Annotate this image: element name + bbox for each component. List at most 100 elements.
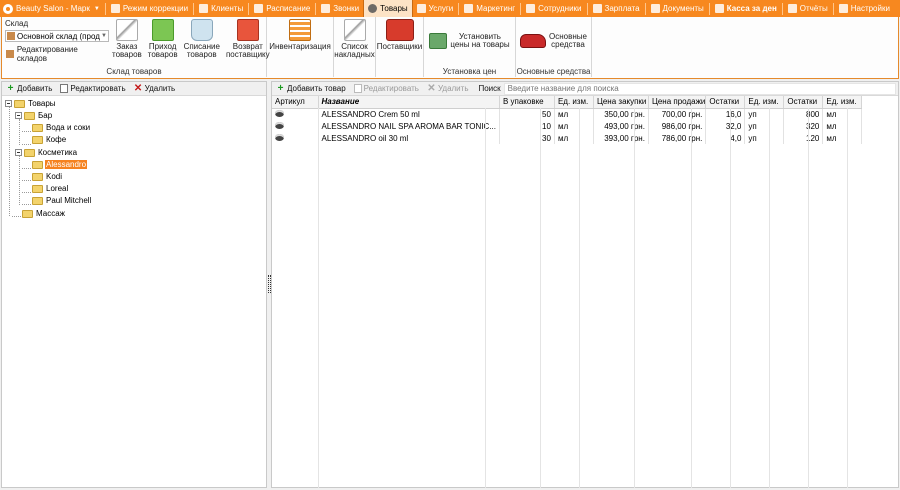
add-product-button[interactable]: + Добавить товар [272, 84, 350, 94]
tree-node-water[interactable]: Вода и соки [32, 122, 91, 133]
menu-cashbox[interactable]: Касса за ден [711, 0, 781, 17]
column-header-unit[interactable]: Ед. изм. [554, 96, 594, 109]
edit-category-button[interactable]: Редактировать [56, 84, 129, 93]
collapse-icon[interactable] [15, 149, 22, 156]
calls-icon [321, 4, 331, 13]
menu-label: Услуги [428, 4, 454, 13]
buy-price: 393,00 грн. [593, 132, 649, 144]
button-label: цены на товары [450, 40, 510, 49]
set-prices-button[interactable]: Установить цены на товары [426, 33, 512, 49]
tree-node-label: Alessandro [45, 160, 88, 169]
column-line [808, 108, 809, 488]
separator [315, 2, 317, 15]
invoice-list-button[interactable]: Список накладных [331, 19, 377, 59]
group-caption-prices: Установка цен [442, 67, 497, 76]
column-header-stock[interactable]: Остатки [705, 96, 746, 109]
folder-icon [32, 160, 43, 169]
add-category-button[interactable]: + Добавить [2, 84, 56, 94]
products-icon [368, 4, 378, 13]
return-to-supplier-button[interactable]: Возврат поставщику [223, 19, 273, 59]
table-row[interactable]: ALESSANDRO NAIL SPA AROMA BAR TONIC... 1… [272, 120, 863, 132]
tree-node-kodi[interactable]: Kodi [32, 171, 63, 182]
warehouse-icon [7, 32, 15, 40]
menu-services[interactable]: Услуги [413, 0, 458, 17]
folder-icon [24, 111, 35, 120]
incoming-goods-button[interactable]: Приход товаров [145, 19, 181, 59]
button-label: Поставщики [376, 42, 423, 51]
stock-value: 4,0 [705, 132, 746, 144]
product-icon [275, 121, 284, 129]
column-header-buy-price[interactable]: Цена закупки [593, 96, 649, 109]
stock-value: 32,0 [705, 120, 746, 132]
delete-category-button[interactable]: ✕ Удалить [130, 84, 180, 94]
search-box: Поиск [478, 82, 896, 95]
menu-documents[interactable]: Документы [647, 0, 708, 17]
row-article [272, 120, 319, 132]
menu-employees[interactable]: Сотрудники [522, 0, 585, 17]
tree-node-paul-mitchell[interactable]: Paul Mitchell [32, 195, 92, 206]
chevron-down-icon[interactable]: ▼ [100, 33, 108, 39]
folder-icon [32, 135, 43, 144]
fixed-assets-text: Основные средства [549, 33, 587, 49]
stock-value: 120 [783, 132, 824, 144]
fixed-assets-button[interactable]: Основные средства [517, 33, 590, 49]
menu-marketing[interactable]: Маркетинг [460, 0, 519, 17]
product-name: ALESSANDRO Crem 50 ml [318, 108, 500, 120]
settings-icon [838, 4, 848, 13]
tree-node-alessandro[interactable]: Alessandro [32, 159, 88, 170]
ribbon-group-inventory: Инвентаризация [267, 17, 334, 77]
category-toolbar: + Добавить Редактировать ✕ Удалить [2, 82, 266, 96]
tree-node-label: Товары [28, 99, 56, 108]
documents-icon [650, 4, 660, 13]
column-header-sell-price[interactable]: Цена продажи [648, 96, 707, 109]
ribbon-group-suppliers: Поставщики [376, 17, 424, 77]
menu-clients[interactable]: Клиенты [195, 0, 247, 17]
inventory-button[interactable]: Инвентаризация [266, 19, 334, 51]
menu-correction[interactable]: Режим коррекции [107, 0, 192, 17]
menu-label: Отчёты [799, 4, 828, 13]
menu-schedule[interactable]: Расписание [250, 0, 314, 17]
suppliers-button[interactable]: Поставщики [374, 19, 426, 51]
edit-product-button[interactable]: Редактировать [350, 84, 423, 93]
warehouse-edit-icon [6, 50, 14, 58]
separator [520, 2, 522, 15]
category-tree: Товары Бар Вода и соки Кофе Косметика Al… [2, 96, 266, 218]
column-header-pack[interactable]: В упаковке [499, 96, 555, 109]
delete-product-button[interactable]: ✕ Удалить [423, 84, 473, 94]
menu-settings[interactable]: Настройки [835, 0, 894, 17]
order-goods-button[interactable]: Заказ товаров [109, 19, 145, 59]
ribbon: Склад Основной склад (прод ▼ Редактирова… [1, 17, 899, 79]
folder-icon [14, 99, 25, 108]
collapse-icon[interactable] [15, 112, 22, 119]
table-row[interactable]: ALESSANDRO Crem 50 ml 50 мл 350,00 грн. … [272, 108, 863, 120]
separator [708, 2, 710, 15]
tree-node-coffee[interactable]: Кофе [32, 134, 67, 145]
column-header-stock[interactable]: Остатки [783, 96, 824, 109]
column-header-article[interactable]: Артикул [272, 96, 319, 109]
tree-node-bar[interactable]: Бар [15, 110, 53, 121]
warehouse-combo[interactable]: Основной склад (прод ▼ [5, 30, 109, 42]
button-label: средства [551, 40, 585, 49]
menu-products[interactable]: Товары [363, 0, 413, 17]
writeoff-goods-button[interactable]: Списание товаров [181, 19, 223, 59]
column-header-unit[interactable]: Ед. изм. [744, 96, 785, 109]
tree-node-massage[interactable]: Массаж [22, 208, 66, 219]
column-header-name[interactable]: Название [318, 96, 500, 109]
menu-calls[interactable]: Звонки [317, 0, 363, 17]
menu-label: Документы [662, 4, 704, 13]
tree-line [22, 192, 31, 193]
edit-warehouses-button[interactable]: Редактирование складов [5, 45, 109, 63]
pack-value: 10 [499, 120, 555, 132]
menu-salary[interactable]: Зарплата [589, 0, 644, 17]
tree-node-loreal[interactable]: Loreal [32, 183, 69, 194]
collapse-icon[interactable] [5, 100, 12, 107]
button-label: поставщику [225, 50, 270, 59]
table-row[interactable]: ALESSANDRO oil 30 ml 30 мл 393,00 грн. 7… [272, 132, 863, 144]
tree-node-cosmetics[interactable]: Косметика [15, 147, 78, 158]
search-input[interactable] [503, 82, 896, 95]
column-header-unit[interactable]: Ед. изм. [822, 96, 863, 109]
edit-icon [353, 84, 362, 93]
app-menu[interactable]: Beauty Salon - Марк ▼ [0, 0, 104, 17]
tree-node-products[interactable]: Товары [5, 98, 57, 109]
menu-reports[interactable]: Отчёты [784, 0, 832, 17]
